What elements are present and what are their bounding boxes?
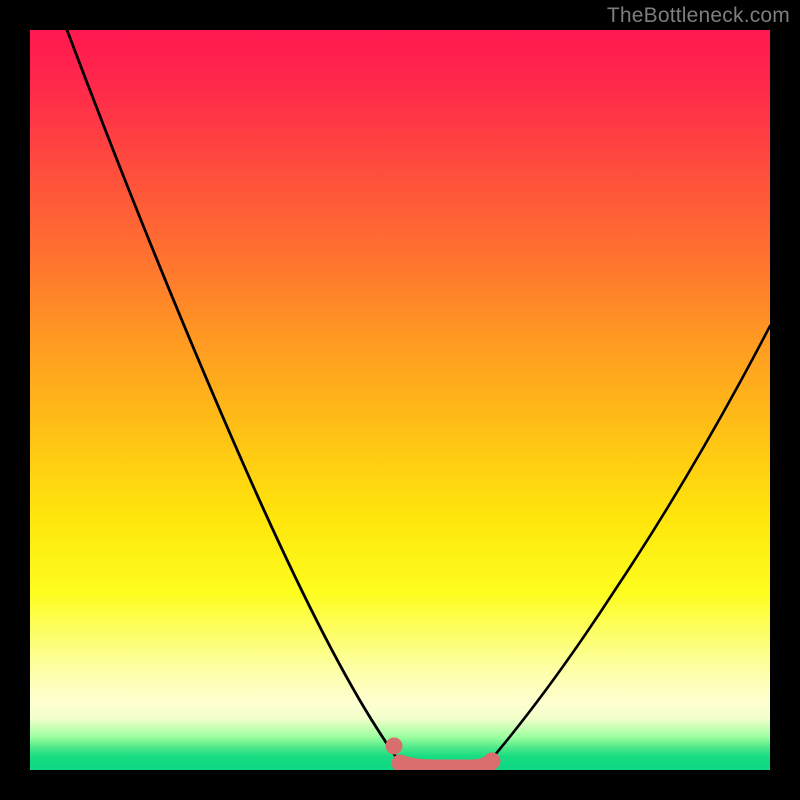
- chart-stage: TheBottleneck.com: [0, 0, 800, 800]
- gradient-background: [30, 30, 770, 770]
- watermark-text: TheBottleneck.com: [607, 4, 790, 28]
- plot-area: [30, 30, 770, 770]
